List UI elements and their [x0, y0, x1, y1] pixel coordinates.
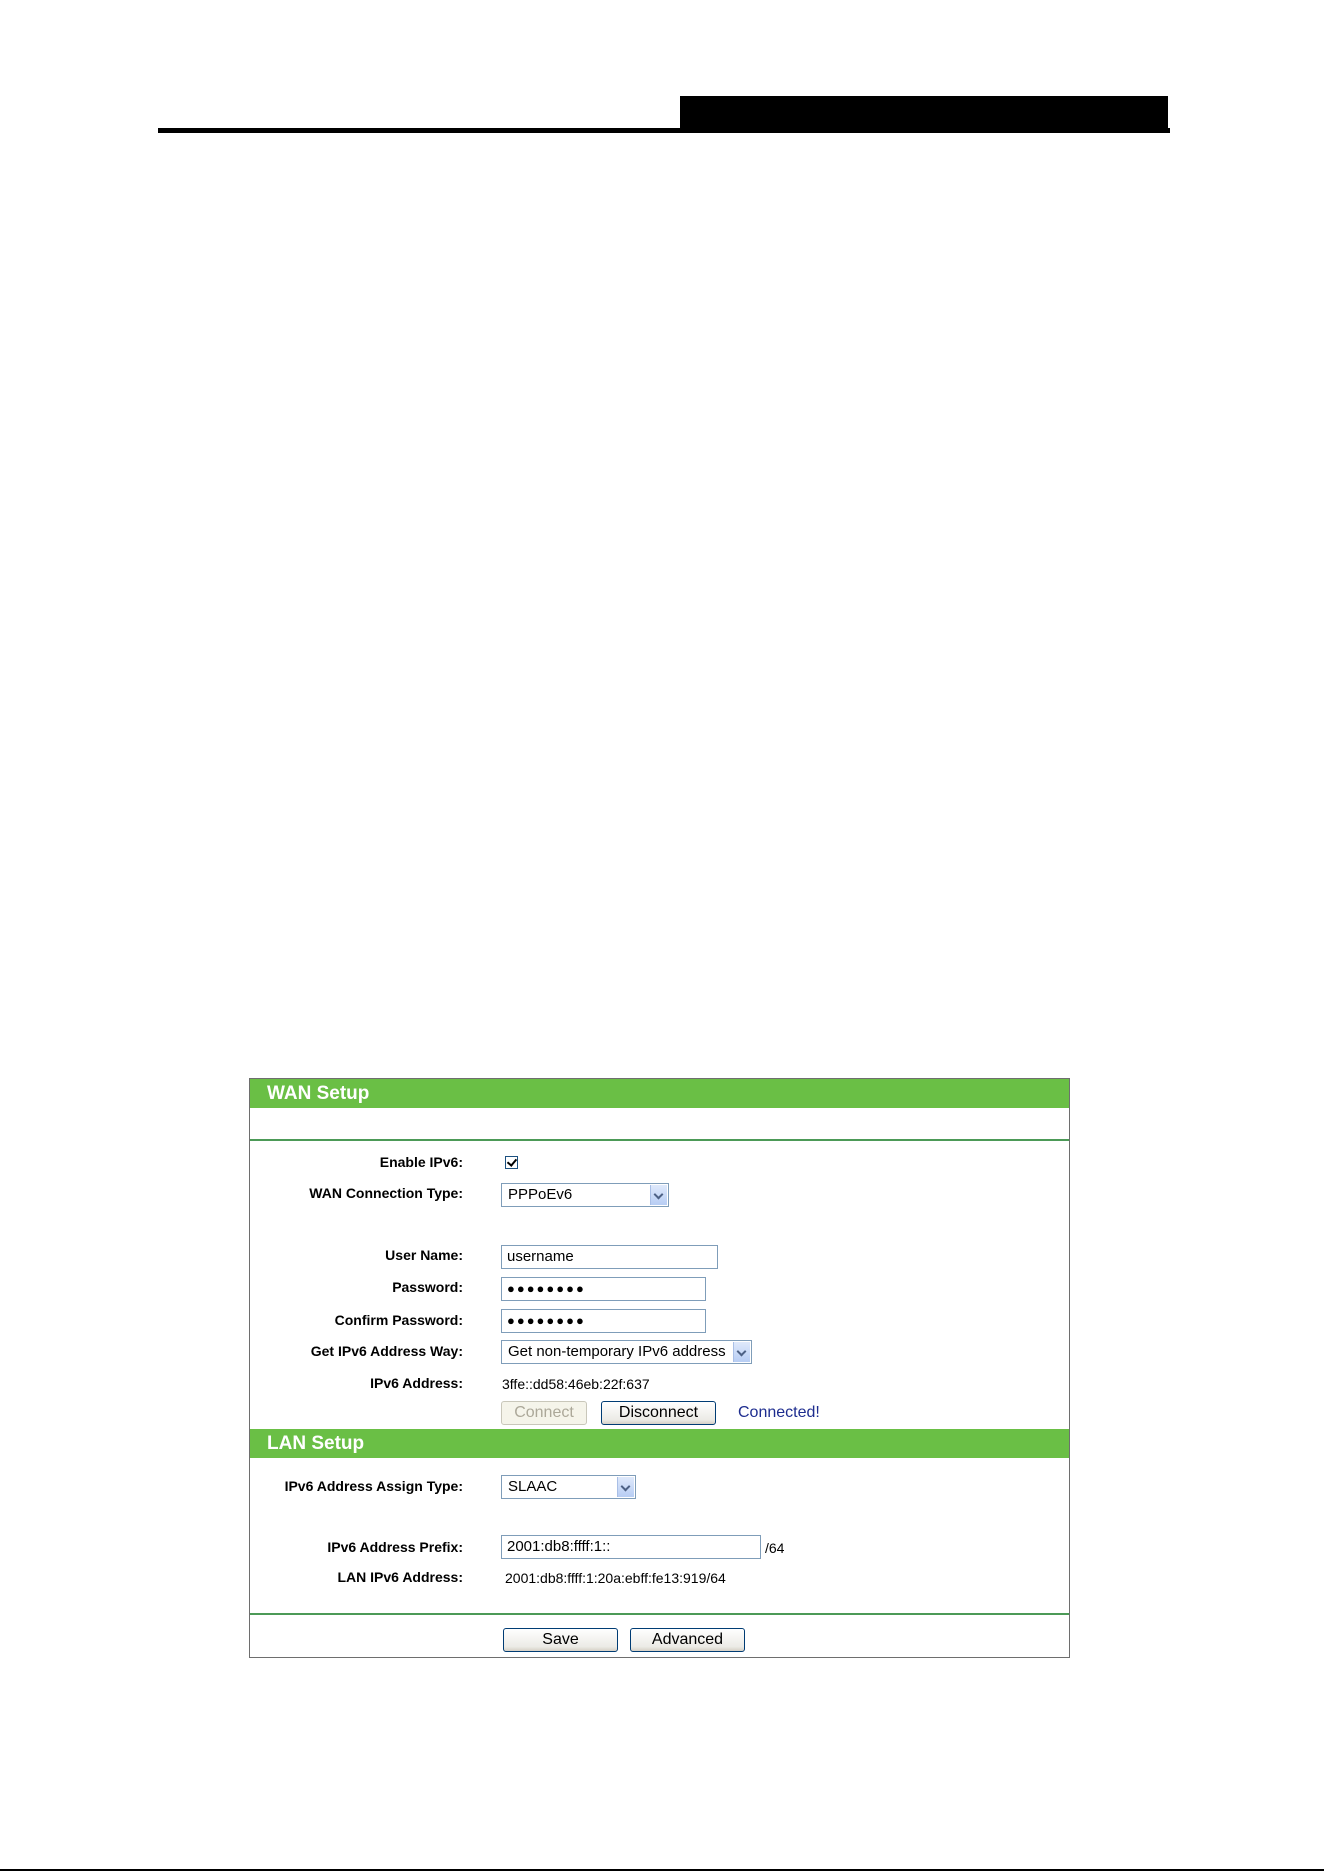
password-input[interactable]: ●●●●●●●●	[501, 1277, 706, 1301]
enable-ipv6-label: Enable IPv6:	[379, 1154, 463, 1170]
ipv6-address-value: 3ffe::dd58:46eb:22f:637	[502, 1376, 650, 1392]
actions-divider	[250, 1613, 1069, 1615]
chevron-down-icon	[617, 1477, 634, 1497]
advanced-button[interactable]: Advanced	[630, 1628, 745, 1652]
wan-connection-type-label: WAN Connection Type:	[309, 1185, 463, 1201]
ipv6-setup-panel: WAN Setup Enable IPv6: WAN Connection Ty…	[249, 1078, 1070, 1658]
chevron-down-icon	[650, 1185, 667, 1205]
address-way-label: Get IPv6 Address Way:	[310, 1343, 463, 1359]
confirm-password-label: Confirm Password:	[334, 1312, 463, 1328]
prefix-label: IPv6 Address Prefix:	[327, 1539, 463, 1555]
lan-ipv6-address-value: 2001:db8:ffff:1:20a:ebff:fe13:919/64	[505, 1570, 726, 1586]
lan-ipv6-address-label: LAN IPv6 Address:	[337, 1569, 463, 1585]
wan-connection-type-value: PPPoEv6	[508, 1186, 573, 1203]
document-header-rule	[158, 128, 1170, 133]
prefix-input[interactable]: 2001:db8:ffff:1::	[501, 1535, 761, 1559]
address-way-select[interactable]: Get non-temporary IPv6 address	[501, 1340, 752, 1364]
document-footer-rule	[0, 1869, 1324, 1871]
assign-type-value: SLAAC	[508, 1478, 558, 1495]
document-header-bar-edge	[1168, 96, 1170, 132]
prefix-length: /64	[765, 1540, 785, 1556]
disconnect-button[interactable]: Disconnect	[601, 1401, 716, 1425]
save-button[interactable]: Save	[503, 1628, 618, 1652]
username-label: User Name:	[385, 1247, 463, 1263]
confirm-password-input[interactable]: ●●●●●●●●	[501, 1309, 706, 1333]
lan-setup-header: LAN Setup	[250, 1429, 1069, 1458]
username-input[interactable]: username	[501, 1245, 718, 1269]
chevron-down-icon	[733, 1342, 750, 1362]
address-way-value: Get non-temporary IPv6 address	[508, 1343, 726, 1360]
wan-connection-type-select[interactable]: PPPoEv6	[501, 1183, 669, 1207]
document-header-bar	[680, 96, 1170, 132]
enable-ipv6-checkbox[interactable]	[505, 1156, 518, 1169]
wan-divider	[250, 1139, 1069, 1141]
ipv6-address-label: IPv6 Address:	[370, 1375, 463, 1391]
connection-status: Connected!	[738, 1404, 820, 1421]
connect-button[interactable]: Connect	[501, 1401, 587, 1425]
wan-setup-header: WAN Setup	[250, 1079, 1069, 1108]
assign-type-label: IPv6 Address Assign Type:	[284, 1478, 463, 1494]
assign-type-select[interactable]: SLAAC	[501, 1475, 636, 1499]
password-label: Password:	[392, 1279, 463, 1295]
